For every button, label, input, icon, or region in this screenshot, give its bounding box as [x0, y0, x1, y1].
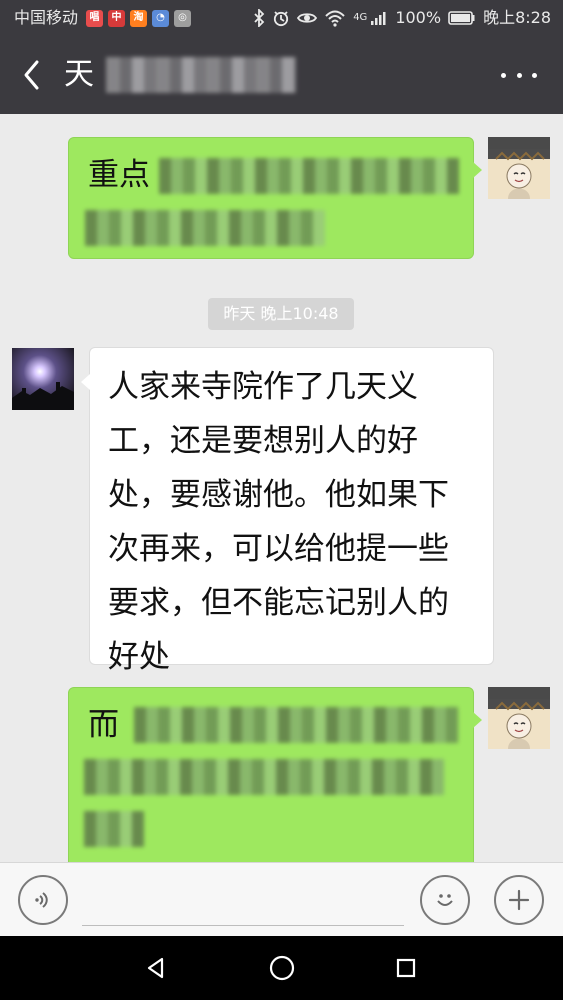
contact-avatar[interactable]: [12, 348, 74, 410]
bluetooth-icon: [254, 9, 265, 27]
wifi-icon: [325, 10, 345, 27]
message-input[interactable]: [82, 883, 404, 926]
square-recent-icon: [396, 958, 416, 978]
back-button[interactable]: [14, 55, 50, 95]
sunset-avatar-icon: [12, 348, 74, 410]
monk-avatar-icon: [488, 699, 550, 749]
bubble-tail: [81, 374, 90, 390]
triangle-back-icon: [147, 957, 164, 979]
message-bubble-sent[interactable]: 而: [68, 687, 482, 862]
emoji-icon: [437, 894, 453, 906]
message-bubble-sent[interactable]: 重点: [68, 137, 482, 259]
alarm-icon: [274, 11, 289, 27]
browser-app-icon: ◔: [152, 9, 170, 27]
chat-message-list[interactable]: 重点 昨天 晚上10:48 人家来寺院作了几天义工，还是要想别人的好处，要感谢他…: [0, 114, 563, 862]
self-avatar[interactable]: [488, 137, 550, 199]
blurred-message-line: [134, 707, 458, 743]
more-icon: [516, 72, 522, 78]
voice-button[interactable]: [18, 875, 68, 925]
signal-icon: [371, 12, 386, 25]
message-bubble-received[interactable]: 人家来寺院作了几天义工，还是要想别人的好处，要感谢他。他如果下次再来，可以给他提…: [81, 347, 494, 675]
more-icon: [532, 72, 537, 78]
eye-icon: [297, 13, 318, 23]
blurred-message-line: [85, 210, 325, 246]
network-label: 4G: [353, 12, 368, 23]
status-time: 晚上8:28: [483, 8, 551, 27]
taobao-app-icon: 淘: [130, 9, 148, 27]
self-avatar[interactable]: [488, 687, 550, 749]
circle-home-icon: [269, 955, 295, 981]
chevron-left-icon: [24, 60, 39, 90]
blurred-message-line: [159, 158, 459, 194]
system-recent-button[interactable]: [390, 952, 422, 984]
more-button[interactable]: [501, 63, 537, 87]
emoji-button[interactable]: [420, 875, 470, 925]
system-home-button[interactable]: [266, 952, 298, 984]
chat-timestamp: 昨天 晚上10:48: [208, 298, 354, 330]
plus-button[interactable]: [494, 875, 544, 925]
android-navigation-bar: [0, 936, 563, 1000]
share-app-icon: ◎: [174, 9, 192, 27]
monk-avatar-icon: [488, 149, 550, 199]
chat-title: 天: [64, 57, 95, 92]
plus-icon: [508, 889, 530, 911]
system-back-button[interactable]: [140, 952, 172, 984]
wechat-chat-screen: 中国移动 唱 中 淘 ◔ ◎ 4G 100% 晚上8:28 天 重点 昨天 晚上…: [0, 0, 563, 1000]
status-right: 4G 100% 晚上8:28: [253, 0, 551, 36]
battery-icon: [448, 11, 475, 25]
message-input-bar: [0, 862, 563, 936]
bubble-tail: [473, 712, 482, 728]
message-text: 人家来寺院作了几天义工，还是要想别人的好处，要感谢他。他如果下次再来，可以给他提…: [108, 369, 449, 675]
blurred-message-line: [84, 811, 144, 847]
bubble-tail: [473, 162, 482, 178]
status-left: 中国移动 唱 中 淘 ◔ ◎: [14, 0, 196, 36]
carrier-label: 中国移动: [14, 8, 79, 27]
chat-header: 天: [0, 36, 563, 114]
blurred-message-line: [84, 759, 444, 795]
status-bar: 中国移动 唱 中 淘 ◔ ◎ 4G 100% 晚上8:28: [0, 0, 563, 36]
battery-percent: 100%: [395, 8, 442, 27]
music-app-icon: 唱: [86, 9, 104, 27]
more-icon: [501, 72, 506, 78]
blurred-title-mask: [106, 57, 296, 93]
bank-app-icon: 中: [108, 9, 126, 27]
voice-icon: [35, 892, 48, 908]
